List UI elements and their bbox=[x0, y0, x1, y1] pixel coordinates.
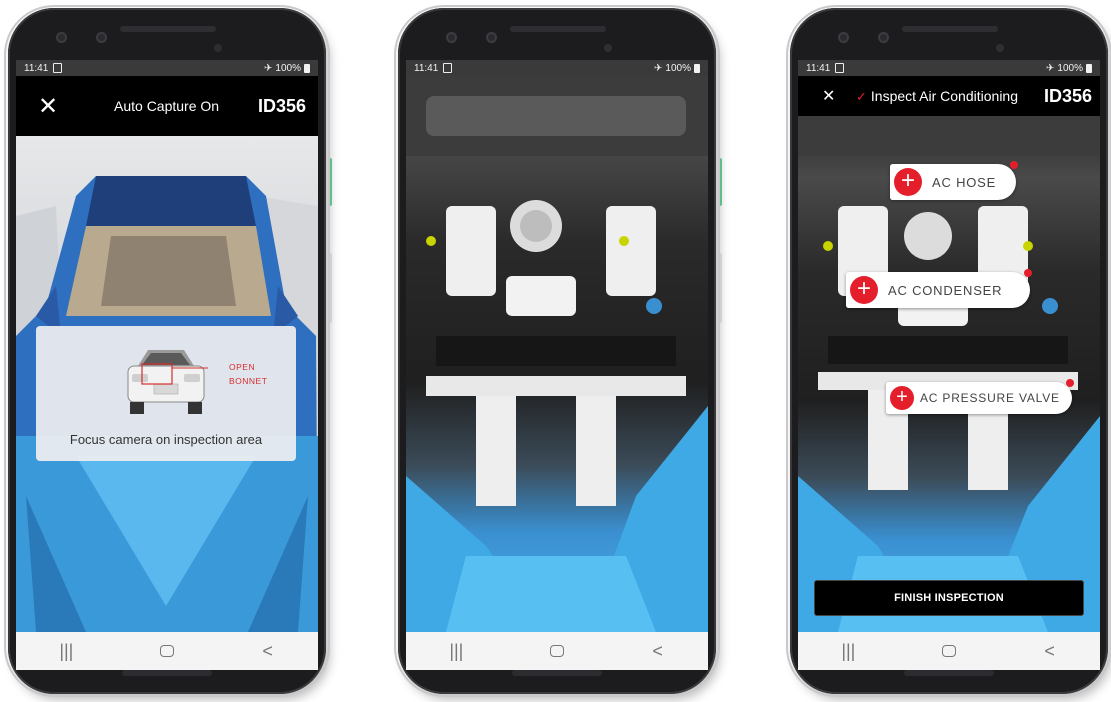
volume-button bbox=[718, 253, 722, 323]
open-bonnet-label: OPEN BONNET bbox=[229, 360, 267, 388]
proximity-sensor bbox=[214, 44, 222, 52]
finish-inspection-button[interactable]: FINISH INSPECTION bbox=[814, 580, 1084, 616]
engine-camera-view bbox=[406, 76, 708, 632]
camera-viewfinder[interactable]: OPEN BONNET Focus camera on inspection a… bbox=[16, 136, 318, 632]
top-bezel bbox=[790, 8, 1108, 58]
overlay-caption: Focus camera on inspection area bbox=[69, 432, 263, 447]
battery-percent: 100% bbox=[1057, 62, 1083, 74]
screen-3: 11:41 ✈ 100% ✕ ✓ Inspect Air Conditioning … bbox=[798, 60, 1100, 670]
bottom-speaker bbox=[122, 670, 212, 676]
airplane-icon: ✈ bbox=[1046, 62, 1055, 74]
power-button bbox=[328, 158, 332, 206]
android-nav-bar: ||| < bbox=[16, 632, 318, 670]
power-button bbox=[718, 158, 722, 206]
top-bezel bbox=[398, 8, 716, 58]
front-camera-icon bbox=[56, 32, 67, 43]
app-bar: ✕ Auto Capture On ID356 bbox=[16, 76, 318, 136]
proximity-sensor bbox=[996, 44, 1004, 52]
car-front-icon bbox=[127, 350, 208, 414]
status-bar: 11:41 ✈ 100% bbox=[16, 60, 318, 76]
vehicle-id: ID356 bbox=[257, 95, 306, 116]
page-title: ✓ Inspect Air Conditioning bbox=[856, 88, 1018, 105]
plus-icon: + bbox=[894, 168, 922, 196]
app-bar: ✕ ✓ Inspect Air Conditioning ID356 bbox=[798, 76, 1100, 116]
back-icon[interactable]: < bbox=[638, 641, 678, 662]
front-camera-icon bbox=[838, 32, 849, 43]
phone-3: 11:41 ✈ 100% ✕ ✓ Inspect Air Conditioning … bbox=[786, 5, 1111, 697]
earpiece-speaker bbox=[120, 26, 216, 32]
page-title-text: Inspect Air Conditioning bbox=[870, 87, 1018, 104]
sim-icon bbox=[53, 63, 63, 73]
bottom-speaker bbox=[512, 670, 602, 676]
battery-icon bbox=[1086, 63, 1092, 73]
screen-1: 11:41 ✈ 100% ✕ Auto Capture On ID356 OPE… bbox=[16, 60, 318, 670]
earpiece-speaker bbox=[902, 26, 998, 32]
ar-tag-label: AC CONDENSER bbox=[888, 282, 1003, 298]
open-bonnet-line-1: OPEN bbox=[229, 362, 256, 372]
ar-tag-ac-condenser[interactable]: + AC CONDENSER bbox=[846, 269, 1032, 308]
ar-tag-ac-pressure-valve[interactable]: + AC PRESSURE VALVE bbox=[886, 379, 1074, 414]
battery-icon bbox=[694, 63, 700, 73]
proximity-sensor bbox=[604, 44, 612, 52]
battery-icon bbox=[304, 63, 310, 73]
marker-dot bbox=[1010, 161, 1018, 169]
status-bar: 11:41 ✈ 100% bbox=[798, 60, 1100, 76]
volume-button bbox=[328, 253, 332, 323]
home-icon[interactable] bbox=[929, 641, 969, 662]
instruction-overlay: OPEN BONNET Focus camera on inspection a… bbox=[36, 326, 296, 461]
plus-icon: + bbox=[850, 276, 878, 304]
marker-dot bbox=[1066, 379, 1074, 387]
home-icon[interactable] bbox=[537, 641, 577, 662]
airplane-icon: ✈ bbox=[264, 62, 273, 74]
recents-icon[interactable]: ||| bbox=[828, 641, 868, 662]
battery-percent: 100% bbox=[275, 62, 301, 74]
ar-tag-label: AC PRESSURE VALVE bbox=[920, 391, 1060, 405]
sim-icon bbox=[835, 63, 845, 73]
ar-tag-label: AC HOSE bbox=[932, 174, 997, 190]
battery-percent: 100% bbox=[665, 62, 691, 74]
camera-viewfinder[interactable] bbox=[406, 76, 708, 632]
front-camera-icon bbox=[486, 32, 497, 43]
phone-2: 11:41 ✈ 100% ||| < bbox=[394, 5, 722, 697]
status-time: 11:41 bbox=[806, 62, 831, 74]
close-icon[interactable]: ✕ bbox=[822, 86, 835, 106]
bottom-speaker bbox=[904, 670, 994, 676]
phone-1: 11:41 ✈ 100% ✕ Auto Capture On ID356 OPE… bbox=[4, 5, 332, 697]
screen-2: 11:41 ✈ 100% ||| < bbox=[406, 60, 708, 670]
back-icon[interactable]: < bbox=[1030, 641, 1070, 662]
earpiece-speaker bbox=[510, 26, 606, 32]
vehicle-id: ID356 bbox=[1043, 85, 1092, 106]
close-icon[interactable]: ✕ bbox=[38, 92, 58, 121]
status-time: 11:41 bbox=[24, 62, 49, 74]
marker-dot bbox=[1024, 269, 1032, 277]
open-bonnet-line-2: BONNET bbox=[229, 376, 268, 386]
check-icon: ✓ bbox=[856, 88, 867, 104]
home-icon[interactable] bbox=[147, 641, 187, 662]
front-camera-icon bbox=[96, 32, 107, 43]
recents-icon[interactable]: ||| bbox=[436, 641, 476, 662]
android-nav-bar: ||| < bbox=[406, 632, 708, 670]
android-nav-bar: ||| < bbox=[798, 632, 1100, 670]
top-bezel bbox=[8, 8, 326, 58]
plus-icon: + bbox=[890, 386, 914, 410]
front-camera-icon bbox=[878, 32, 889, 43]
front-camera-icon bbox=[446, 32, 457, 43]
airplane-icon: ✈ bbox=[654, 62, 663, 74]
status-bar: 11:41 ✈ 100% bbox=[406, 60, 708, 76]
recents-icon[interactable]: ||| bbox=[46, 641, 86, 662]
status-time: 11:41 bbox=[414, 62, 439, 74]
back-icon[interactable]: < bbox=[248, 641, 288, 662]
page-title: Auto Capture On bbox=[114, 98, 220, 114]
sim-icon bbox=[443, 63, 453, 73]
ar-tag-ac-hose[interactable]: + AC HOSE bbox=[890, 161, 1018, 200]
